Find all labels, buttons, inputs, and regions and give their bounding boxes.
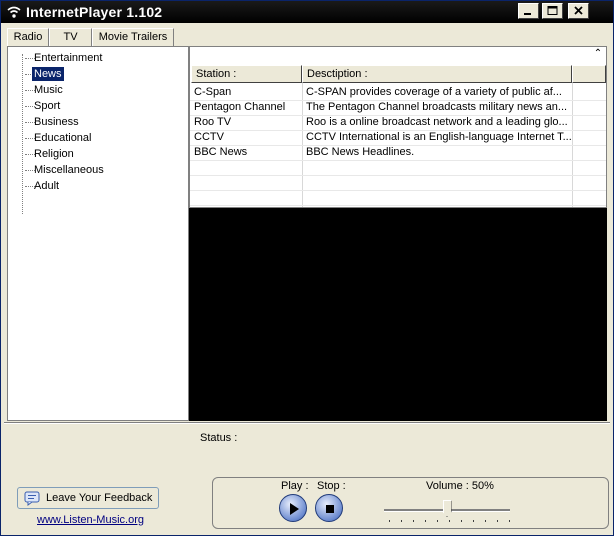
slider-tick xyxy=(449,520,450,522)
stop-label: Stop : xyxy=(317,480,346,492)
station-cell: C-Span xyxy=(194,86,232,98)
tree-label: Adult xyxy=(34,180,60,192)
tab-tv[interactable]: TV xyxy=(49,28,92,48)
description-cell: BBC News Headlines. xyxy=(306,146,415,158)
description-cell: C-SPAN provides coverage of a variety of… xyxy=(306,86,562,98)
stop-icon xyxy=(326,505,334,513)
table-row[interactable]: Pentagon Channel The Pentagon Channel br… xyxy=(190,100,606,116)
header-label: Desctiption : xyxy=(307,68,368,80)
description-cell: CCTV International is an English-languag… xyxy=(306,131,572,143)
slider-tick xyxy=(473,520,474,522)
description-cell: Roo is a online broadcast network and a … xyxy=(306,116,568,128)
tab-label: Movie Trailers xyxy=(98,31,168,43)
header-label: Station : xyxy=(196,68,237,80)
window-title: InternetPlayer 1.102 xyxy=(26,4,163,20)
table-row-empty xyxy=(190,190,606,206)
video-panel[interactable] xyxy=(189,208,607,421)
grid-group-panel: ⌃ xyxy=(190,47,606,64)
play-label: Play : xyxy=(281,480,309,492)
table-row[interactable]: C-Span C-SPAN provides coverage of a var… xyxy=(190,85,606,101)
tab-movie-trailers[interactable]: Movie Trailers xyxy=(92,28,174,46)
station-cell: Pentagon Channel xyxy=(194,101,286,113)
table-row-empty xyxy=(190,175,606,191)
table-row-empty xyxy=(190,160,606,176)
tree-label: Music xyxy=(34,84,63,96)
tree-line xyxy=(22,54,23,214)
tree-label: News xyxy=(31,66,65,82)
title-bar[interactable]: InternetPlayer 1.102 xyxy=(1,1,613,23)
player-controls: Play : Stop : Volume : 50% xyxy=(212,477,609,529)
tree-label: Religion xyxy=(34,148,74,160)
divider xyxy=(4,422,610,424)
tree-label: Business xyxy=(34,116,79,128)
category-tree[interactable]: Entertainment News Music Sport Business … xyxy=(7,46,189,421)
stop-button[interactable] xyxy=(315,494,343,522)
close-button[interactable] xyxy=(568,3,589,19)
tree-label: Entertainment xyxy=(34,52,103,64)
minimize-icon xyxy=(524,13,531,15)
wifi-icon xyxy=(7,6,21,18)
website-link[interactable]: www.Listen-Music.org xyxy=(37,514,144,526)
app-window: InternetPlayer 1.102 Radio TV Movie Trai… xyxy=(0,0,614,536)
volume-slider-thumb[interactable] xyxy=(442,500,452,517)
play-icon xyxy=(290,503,299,515)
station-cell: Roo TV xyxy=(194,116,232,128)
collapse-icon[interactable]: ⌃ xyxy=(592,49,604,61)
maximize-button[interactable] xyxy=(542,3,563,19)
minimize-button[interactable] xyxy=(518,3,539,19)
tree-label: Educational xyxy=(34,132,92,144)
feedback-label: Leave Your Feedback xyxy=(46,492,153,504)
volume-label: Volume : 50% xyxy=(426,480,494,492)
tab-label: Radio xyxy=(13,31,43,43)
slider-tick xyxy=(401,520,402,522)
slider-tick xyxy=(413,520,414,522)
column-header-empty[interactable] xyxy=(572,65,606,83)
station-cell: CCTV xyxy=(194,131,224,143)
tree-label: Sport xyxy=(34,100,61,112)
close-icon xyxy=(574,6,583,15)
maximize-icon xyxy=(547,6,558,15)
column-header-station[interactable]: Station : xyxy=(191,65,302,83)
table-row[interactable]: BBC News BBC News Headlines. xyxy=(190,145,606,161)
slider-tick xyxy=(509,520,510,522)
slider-tick xyxy=(425,520,426,522)
table-row[interactable]: CCTV CCTV International is an English-la… xyxy=(190,130,606,146)
client-area: Radio TV Movie Trailers Entertainment Ne… xyxy=(4,25,610,531)
table-row[interactable]: Roo TV Roo is a online broadcast network… xyxy=(190,115,606,131)
tree-label: Miscellaneous xyxy=(34,164,104,176)
feedback-button[interactable]: Leave Your Feedback xyxy=(17,487,159,509)
slider-tick xyxy=(437,520,438,522)
play-button[interactable] xyxy=(279,494,307,522)
slider-tick xyxy=(461,520,462,522)
slider-tick xyxy=(485,520,486,522)
slider-tick xyxy=(389,520,390,522)
column-header-description[interactable]: Desctiption : xyxy=(302,65,572,83)
status-label: Status : xyxy=(200,432,238,444)
station-cell: BBC News xyxy=(194,146,248,158)
tab-label: TV xyxy=(63,31,78,43)
tab-radio[interactable]: Radio xyxy=(7,28,49,46)
feedback-icon xyxy=(24,491,40,506)
station-list: ⌃ Station : Desctiption : C-Span C-SPAN … xyxy=(189,46,607,208)
slider-tick xyxy=(497,520,498,522)
description-cell: The Pentagon Channel broadcasts military… xyxy=(306,101,568,113)
